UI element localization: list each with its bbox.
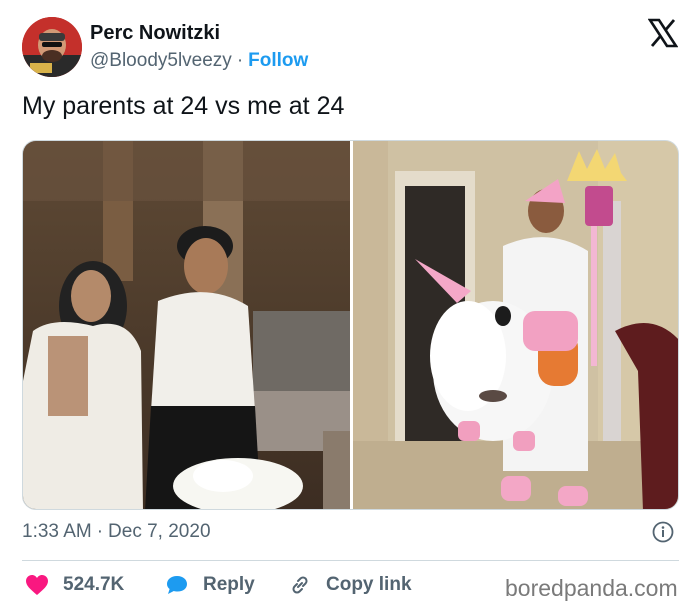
tweet-text: My parents at 24 vs me at 24 <box>22 92 345 120</box>
timestamp[interactable]: 1:33 AM · Dec 7, 2020 <box>22 521 211 543</box>
handle-row: @Bloody5lveezy · Follow <box>90 50 308 72</box>
like-count: 524.7K <box>63 574 125 595</box>
like-button[interactable]: 524.7K <box>25 568 124 602</box>
watermark: boredpanda.com <box>505 575 678 601</box>
parents-wedding-image <box>23 141 350 509</box>
link-icon <box>292 576 308 594</box>
avatar[interactable] <box>22 17 82 77</box>
photo-unicorn-costume[interactable] <box>353 141 678 509</box>
reply-button[interactable]: Reply <box>165 568 255 602</box>
heart-icon <box>26 575 48 595</box>
follow-button[interactable]: Follow <box>248 50 308 71</box>
author-name[interactable]: Perc Nowitzki <box>90 22 220 45</box>
copy-link-button[interactable]: Copy link <box>288 568 412 602</box>
separator-dot: · <box>236 50 244 71</box>
unicorn-costume-image <box>353 141 678 509</box>
author-handle[interactable]: @Bloody5lveezy <box>90 50 232 71</box>
divider <box>22 560 679 561</box>
reply-label: Reply <box>203 574 255 595</box>
tweet-media[interactable] <box>22 140 679 510</box>
tweet-card: Perc Nowitzki @Bloody5lveezy · Follow My p… <box>0 0 700 612</box>
copy-link-label: Copy link <box>326 574 412 595</box>
avatar-image <box>22 17 82 77</box>
separator-dot: · <box>96 521 104 542</box>
tweet-date: Dec 7, 2020 <box>108 521 211 542</box>
photo-parents-wedding[interactable] <box>23 141 350 509</box>
info-icon[interactable] <box>652 521 674 543</box>
speech-bubble-icon <box>167 576 187 594</box>
x-logo-icon[interactable] <box>648 18 678 48</box>
tweet-time: 1:33 AM <box>22 521 92 542</box>
